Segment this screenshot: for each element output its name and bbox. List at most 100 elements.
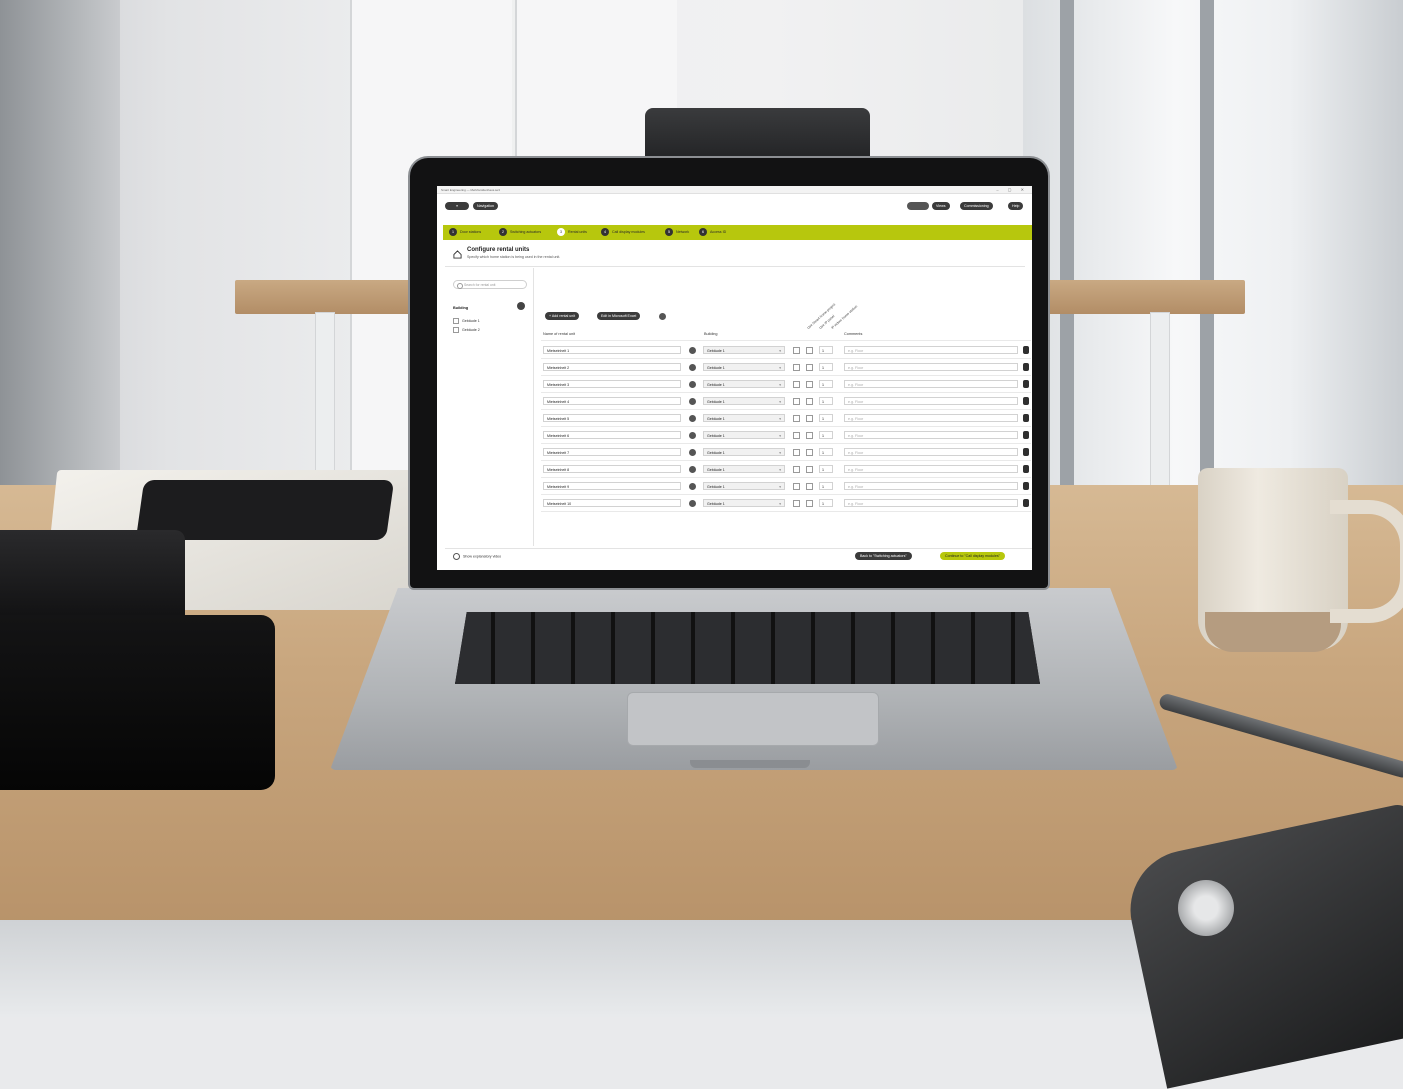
checkbox[interactable] <box>453 327 459 333</box>
comment-input[interactable]: e.g. Floor <box>844 346 1018 354</box>
checkbox[interactable] <box>806 347 813 354</box>
search-input[interactable]: Search for rental unit <box>453 280 527 289</box>
comment-input[interactable]: e.g. Floor <box>844 431 1018 439</box>
building-select[interactable]: Gebäude 1 ▾ <box>703 397 785 405</box>
quantity-input[interactable]: 1 <box>819 380 833 388</box>
rental-unit-name-input[interactable]: Mietseinheit 8 <box>543 465 681 473</box>
building-select[interactable]: Gebäude 1 ▾ <box>703 448 785 456</box>
checkbox[interactable] <box>793 381 800 388</box>
rental-unit-name-input[interactable]: Mietseinheit 9 <box>543 482 681 490</box>
continue-button[interactable]: Continue to "Call display modules" <box>940 552 1005 560</box>
navigation-button[interactable]: Navigation <box>473 202 498 210</box>
trash-icon[interactable] <box>1023 431 1029 439</box>
building-select[interactable]: Gebäude 1 ▾ <box>703 363 785 371</box>
quantity-input[interactable]: 1 <box>819 499 833 507</box>
column-header-name[interactable]: Name of rental unit <box>543 332 575 336</box>
checkbox[interactable] <box>793 449 800 456</box>
checkbox[interactable] <box>453 318 459 324</box>
quantity-input[interactable]: 1 <box>819 363 833 371</box>
checkbox[interactable] <box>793 415 800 422</box>
checkbox[interactable] <box>806 483 813 490</box>
back-button[interactable]: Back to "Switching actuators" <box>855 552 912 560</box>
building-select[interactable]: Gebäude 1 ▾ <box>703 431 785 439</box>
checkbox[interactable] <box>806 466 813 473</box>
tree-item-building[interactable]: Gebäude 1 <box>453 318 480 324</box>
step-rental-units[interactable]: 3 Rental units <box>557 228 587 237</box>
building-select[interactable]: Gebäude 1 ▾ <box>703 482 785 490</box>
rental-unit-name-input[interactable]: Mietseinheit 1 <box>543 346 681 354</box>
edit-in-excel-button[interactable]: Edit in Microsoft Excel <box>597 312 641 320</box>
step-call-display-modules[interactable]: 4 Call display modules <box>601 228 645 237</box>
window-controls[interactable]: – ▢ ✕ <box>996 186 1028 194</box>
step-switching-actuators[interactable]: 2 Switching actuators <box>499 228 541 237</box>
info-icon[interactable] <box>659 313 666 320</box>
checkbox[interactable] <box>793 347 800 354</box>
comment-input[interactable]: e.g. Floor <box>844 414 1018 422</box>
checkbox[interactable] <box>793 466 800 473</box>
building-select[interactable]: Gebäude 1 ▾ <box>703 414 785 422</box>
rental-unit-name-input[interactable]: Mietseinheit 7 <box>543 448 681 456</box>
tree-item-building[interactable]: Gebäude 2 <box>453 327 480 333</box>
comment-input[interactable]: e.g. Floor <box>844 499 1018 507</box>
commissioning-button[interactable]: Commissioning <box>960 202 993 210</box>
add-rental-unit-button[interactable]: + Add rental unit <box>545 312 580 320</box>
trash-icon[interactable] <box>1023 414 1029 422</box>
checkbox[interactable] <box>806 381 813 388</box>
trash-icon[interactable] <box>1023 346 1029 354</box>
comment-input[interactable]: e.g. Floor <box>844 448 1018 456</box>
checkbox[interactable] <box>806 432 813 439</box>
quantity-input[interactable]: 1 <box>819 431 833 439</box>
rental-unit-name-input[interactable]: Mietseinheit 6 <box>543 431 681 439</box>
quantity-input[interactable]: 1 <box>819 414 833 422</box>
trash-icon[interactable] <box>1023 380 1029 388</box>
building-select[interactable]: Gebäude 1 ▾ <box>703 380 785 388</box>
comment-input[interactable]: e.g. Floor <box>844 397 1018 405</box>
rental-unit-name-input[interactable]: Mietseinheit 2 <box>543 363 681 371</box>
comment-input[interactable]: e.g. Floor <box>844 465 1018 473</box>
edit-icon[interactable] <box>689 347 696 354</box>
step-network[interactable]: 5 Network <box>665 228 689 237</box>
help-button[interactable]: Help <box>1008 202 1024 210</box>
trash-icon[interactable] <box>1023 499 1029 507</box>
edit-icon[interactable] <box>689 432 696 439</box>
building-select[interactable]: Gebäude 1 ▾ <box>703 465 785 473</box>
rental-unit-name-input[interactable]: Mietseinheit 3 <box>543 380 681 388</box>
edit-icon[interactable] <box>689 449 696 456</box>
quantity-input[interactable]: 1 <box>819 346 833 354</box>
comment-input[interactable]: e.g. Floor <box>844 363 1018 371</box>
view-toggle[interactable] <box>907 202 929 210</box>
edit-icon[interactable] <box>689 466 696 473</box>
edit-icon[interactable] <box>689 398 696 405</box>
edit-icon[interactable] <box>689 483 696 490</box>
edit-icon[interactable] <box>689 500 696 507</box>
quantity-input[interactable]: 1 <box>819 448 833 456</box>
trash-icon[interactable] <box>1023 397 1029 405</box>
checkbox[interactable] <box>793 398 800 405</box>
edit-icon[interactable] <box>689 415 696 422</box>
trash-icon[interactable] <box>1023 363 1029 371</box>
show-video-link[interactable]: Show explanatory video <box>453 553 501 560</box>
checkbox[interactable] <box>806 415 813 422</box>
edit-icon[interactable] <box>689 381 696 388</box>
add-building-icon[interactable] <box>517 302 525 310</box>
comment-input[interactable]: e.g. Floor <box>844 482 1018 490</box>
checkbox[interactable] <box>806 364 813 371</box>
building-select[interactable]: Gebäude 1 ▾ <box>703 346 785 354</box>
rental-unit-name-input[interactable]: Mietseinheit 5 <box>543 414 681 422</box>
trash-icon[interactable] <box>1023 482 1029 490</box>
trash-icon[interactable] <box>1023 448 1029 456</box>
column-header-comments[interactable]: Comments <box>844 332 862 336</box>
menu-button[interactable]: ≡ <box>445 202 469 210</box>
comment-input[interactable]: e.g. Floor <box>844 380 1018 388</box>
quantity-input[interactable]: 1 <box>819 465 833 473</box>
column-header-building[interactable]: Building <box>704 332 718 336</box>
checkbox[interactable] <box>793 364 800 371</box>
checkbox[interactable] <box>793 432 800 439</box>
quantity-input[interactable]: 1 <box>819 397 833 405</box>
checkbox[interactable] <box>793 500 800 507</box>
step-door-stations[interactable]: 1 Door stations <box>449 228 481 237</box>
checkbox[interactable] <box>806 398 813 405</box>
rental-unit-name-input[interactable]: Mietseinheit 10 <box>543 499 681 507</box>
rental-unit-name-input[interactable]: Mietseinheit 4 <box>543 397 681 405</box>
trash-icon[interactable] <box>1023 465 1029 473</box>
